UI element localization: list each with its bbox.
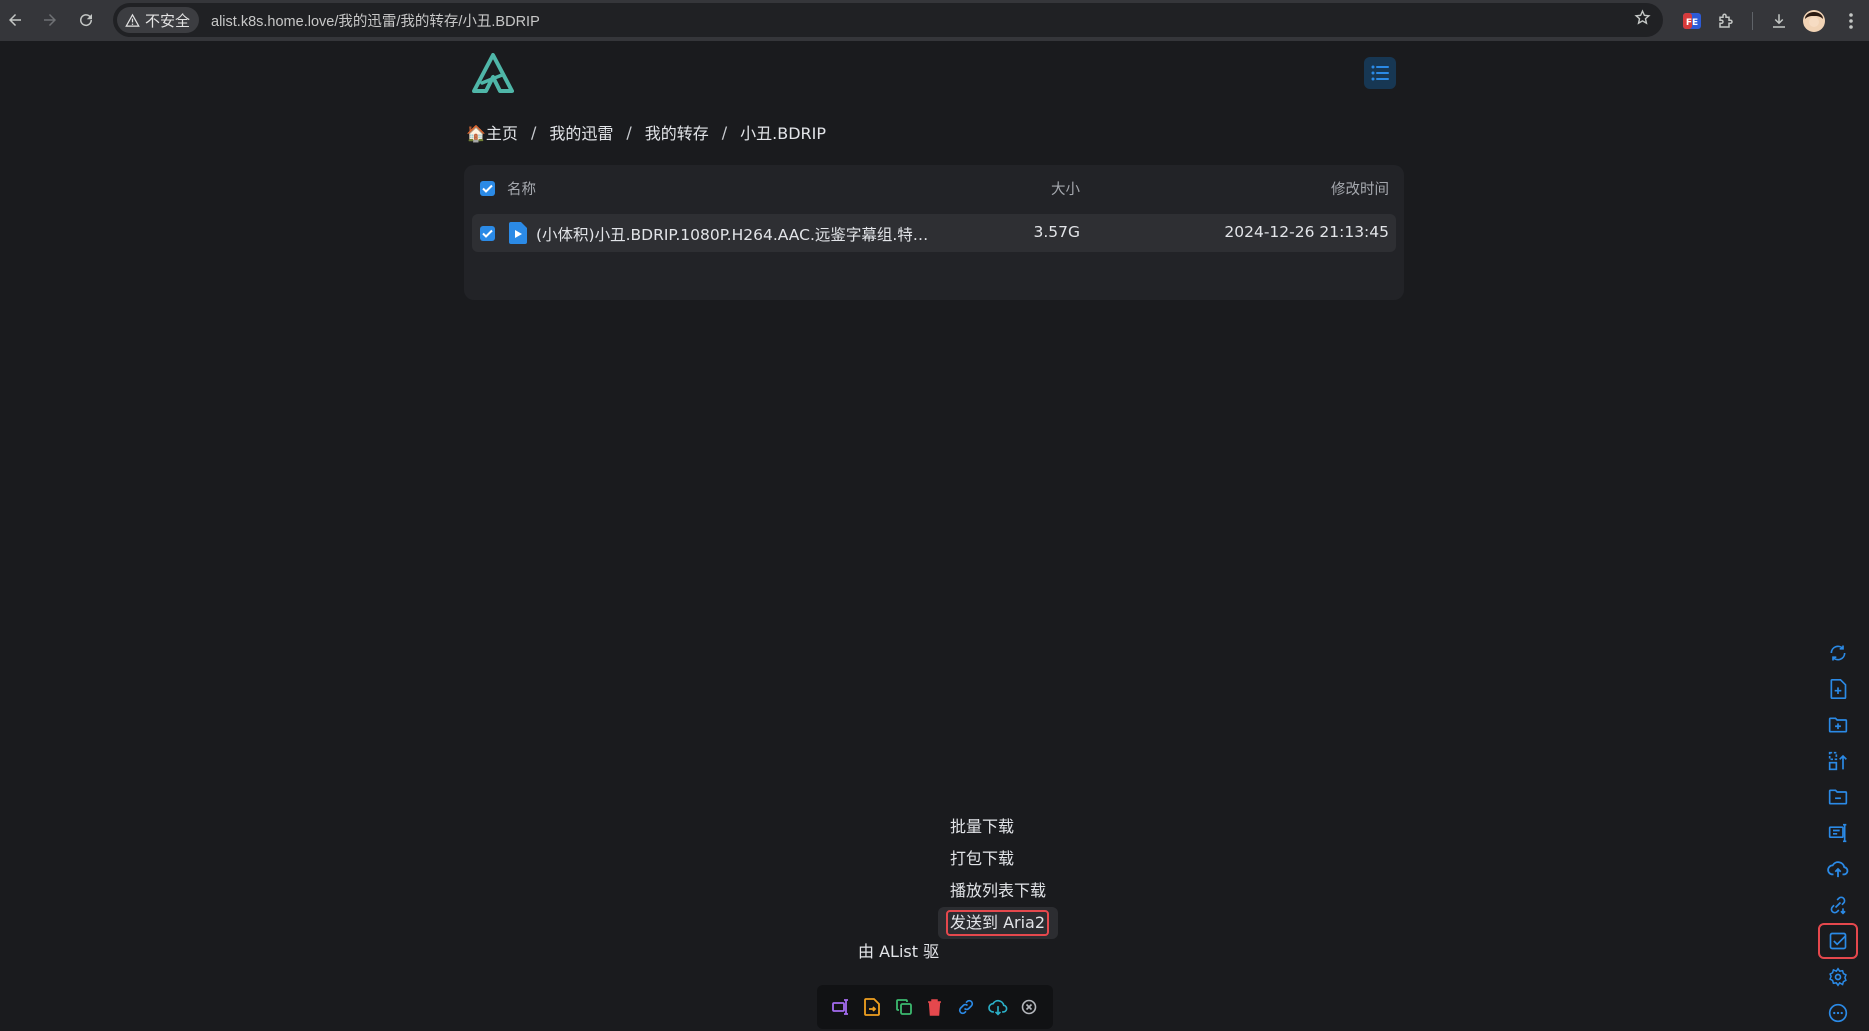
batch-rename-icon[interactable] — [1818, 815, 1858, 851]
send-to-aria2-label: 发送到 Aria2 — [946, 910, 1050, 936]
file-size: 3.57G — [1033, 223, 1080, 241]
profile-avatar[interactable] — [1801, 8, 1827, 34]
recursive-move-icon[interactable] — [1818, 743, 1858, 779]
check-icon — [482, 184, 493, 193]
breadcrumb-separator: / — [626, 122, 632, 142]
file-list: 名称 大小 修改时间 (小体积)小丑.BDRIP.1080P.H264.AAC.… — [464, 165, 1404, 300]
remove-empty-folder-icon[interactable] — [1818, 779, 1858, 815]
breadcrumb-home[interactable]: 🏠主页 — [466, 120, 518, 144]
modified-column-header[interactable]: 修改时间 — [1331, 178, 1389, 199]
svg-text:FE: FE — [1686, 18, 1698, 28]
footer-powered-by: 由 AList 驱 — [858, 942, 940, 961]
list-icon — [1371, 65, 1389, 81]
copy-icon[interactable] — [893, 996, 915, 1018]
extension-fe-icon[interactable]: FE — [1679, 8, 1705, 34]
file-list-header: 名称 大小 修改时间 — [464, 165, 1404, 211]
right-action-sidebar — [1818, 635, 1858, 1031]
breadcrumb-separator: / — [530, 122, 537, 142]
security-chip[interactable]: 不安全 — [117, 7, 200, 33]
download-menu: 批量下载 打包下载 播放列表下载 发送到 Aria2 — [938, 811, 1058, 939]
alist-logo-icon[interactable] — [472, 53, 514, 93]
breadcrumb-separator: / — [721, 122, 728, 142]
cancel-selection-icon[interactable] — [1018, 996, 1040, 1018]
breadcrumb-item-current[interactable]: 小丑.BDRIP — [740, 120, 826, 144]
file-modified: 2024-12-26 21:13:45 — [1224, 223, 1389, 241]
breadcrumb-item[interactable]: 我的转存 — [645, 120, 709, 144]
settings-gear-icon[interactable] — [1818, 959, 1858, 995]
selection-toolbar — [817, 985, 1053, 1029]
warning-icon — [125, 13, 140, 27]
forward-arrow-icon[interactable] — [36, 6, 64, 34]
row-checkbox[interactable] — [480, 226, 495, 241]
toolbar-divider — [1752, 12, 1753, 30]
url-text: alist.k8s.home.love/我的迅雷/我的转存/小丑.BDRIP — [211, 13, 540, 30]
menu-item-playlist-download[interactable]: 播放列表下载 — [938, 875, 1058, 907]
browser-menu-icon[interactable] — [1838, 8, 1864, 34]
upload-cloud-icon[interactable] — [1818, 851, 1858, 887]
offline-download-icon[interactable] — [1818, 887, 1858, 923]
new-folder-icon[interactable] — [1818, 707, 1858, 743]
name-column-header[interactable]: 名称 — [507, 178, 536, 199]
menu-item-send-to-aria2[interactable]: 发送到 Aria2 — [938, 907, 1058, 939]
browser-toolbar: 不安全 alist.k8s.home.love/我的迅雷/我的转存/小丑.BDR… — [0, 0, 1869, 41]
link-icon[interactable] — [955, 996, 977, 1018]
delete-icon[interactable] — [924, 996, 946, 1018]
video-file-icon — [509, 222, 527, 244]
back-arrow-icon[interactable] — [1, 6, 29, 34]
cloud-download-icon[interactable] — [987, 996, 1009, 1018]
downloads-icon[interactable] — [1766, 8, 1792, 34]
list-layout-button[interactable] — [1364, 57, 1396, 89]
menu-item-package-download[interactable]: 打包下载 — [938, 843, 1058, 875]
size-column-header[interactable]: 大小 — [1051, 178, 1080, 199]
menu-item-batch-download[interactable]: 批量下载 — [938, 811, 1058, 843]
file-name[interactable]: (小体积)小丑.BDRIP.1080P.H264.AAC.远鉴字幕组.特… — [536, 223, 928, 245]
new-file-icon[interactable] — [1818, 671, 1858, 707]
refresh-icon[interactable] — [1818, 635, 1858, 671]
check-icon — [482, 229, 493, 238]
table-row[interactable]: (小体积)小丑.BDRIP.1080P.H264.AAC.远鉴字幕组.特… 3.… — [472, 214, 1396, 252]
extensions-puzzle-icon[interactable] — [1713, 8, 1739, 34]
move-file-icon[interactable] — [861, 996, 883, 1018]
security-label: 不安全 — [145, 11, 191, 30]
reload-icon[interactable] — [72, 6, 100, 34]
breadcrumb-item[interactable]: 我的迅雷 — [549, 120, 613, 144]
rename-icon[interactable] — [830, 996, 852, 1018]
more-options-icon[interactable] — [1818, 995, 1858, 1031]
bookmark-star-icon[interactable] — [1634, 9, 1651, 31]
address-bar[interactable]: 不安全 alist.k8s.home.love/我的迅雷/我的转存/小丑.BDR… — [113, 3, 1663, 37]
page-content: 🏠主页 / 我的迅雷 / 我的转存 / 小丑.BDRIP 名称 大小 修改时间 … — [0, 41, 1869, 1029]
select-all-checkbox[interactable] — [480, 181, 495, 196]
breadcrumb: 🏠主页 / 我的迅雷 / 我的转存 / 小丑.BDRIP — [466, 120, 826, 144]
toggle-checkbox-icon[interactable] — [1818, 923, 1858, 959]
